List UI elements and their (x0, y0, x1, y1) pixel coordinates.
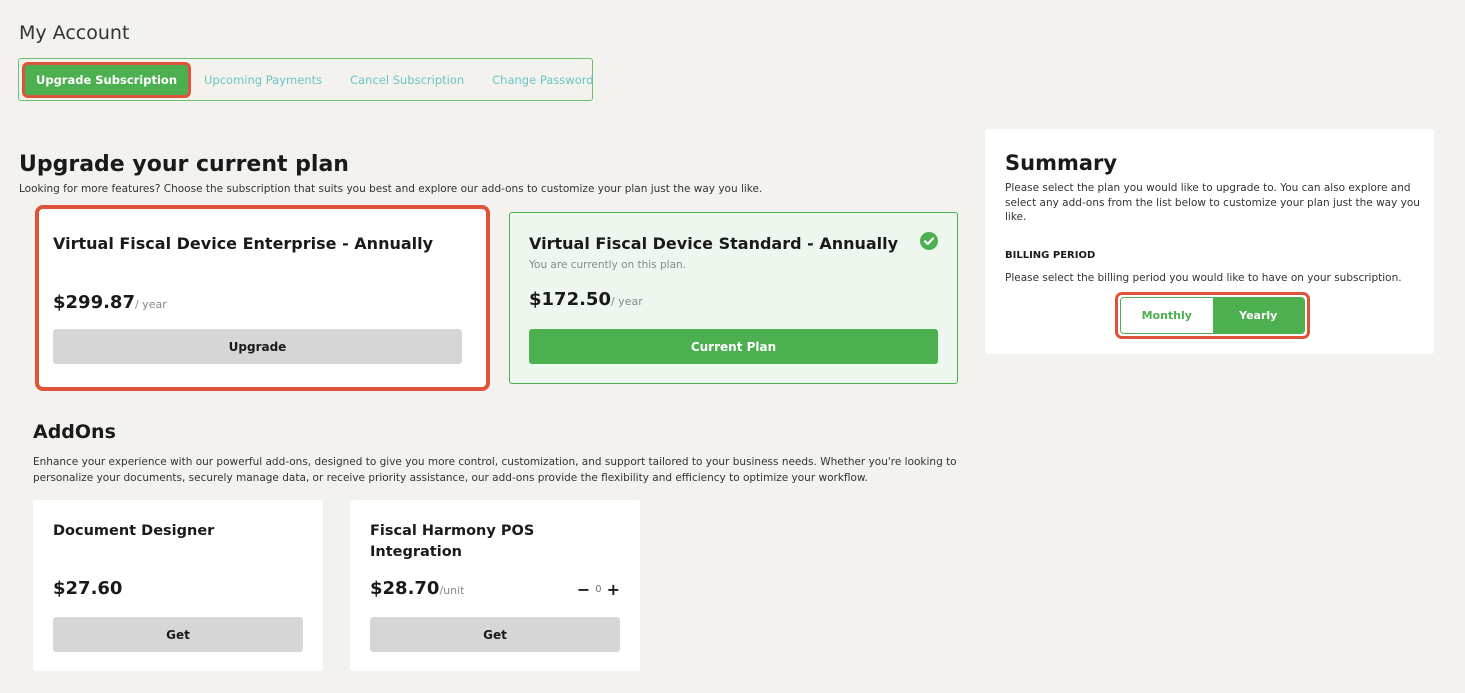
addon-price: $28.70/unit (370, 578, 465, 599)
upgrade-section-title: Upgrade your current plan (19, 152, 349, 177)
plan-name: Virtual Fiscal Device Standard - Annuall… (529, 234, 899, 253)
page-title: My Account (19, 22, 130, 44)
upgrade-section-description: Looking for more features? Choose the su… (19, 183, 763, 195)
addon-price: $27.60 (53, 578, 122, 599)
price-amount: $299.87 (53, 292, 135, 313)
current-plan-button[interactable]: Current Plan (529, 329, 938, 364)
billing-monthly-option[interactable]: Monthly (1121, 298, 1213, 333)
tab-cancel-subscription[interactable]: Cancel Subscription (350, 73, 464, 87)
summary-panel: Summary Please select the plan you would… (985, 129, 1434, 354)
price-unit: /unit (439, 584, 465, 597)
quantity-stepper: − 0 + (577, 580, 620, 599)
tab-upgrade-subscription[interactable]: Upgrade Subscription (25, 64, 189, 95)
addon-card-document-designer: Document Designer $27.60 Get (33, 500, 323, 671)
price-amount: $28.70 (370, 578, 440, 599)
get-addon-button[interactable]: Get (53, 617, 303, 652)
billing-period-description: Please select the billing period you wou… (1005, 272, 1402, 284)
plan-name: Virtual Fiscal Device Enterprise - Annua… (53, 234, 434, 253)
upgrade-button[interactable]: Upgrade (53, 329, 462, 364)
billing-yearly-option[interactable]: Yearly (1212, 298, 1304, 333)
addon-name: Document Designer (53, 523, 215, 539)
price-unit: / year (134, 298, 167, 311)
billing-period-heading: BILLING PERIOD (1005, 250, 1096, 261)
tab-change-password[interactable]: Change Password (492, 73, 593, 87)
current-plan-note: You are currently on this plan. (529, 259, 687, 271)
quantity-value: 0 (595, 584, 602, 595)
account-tabs: Upgrade Subscription Upcoming Payments C… (18, 58, 594, 101)
billing-period-toggle: Monthly Yearly (1115, 292, 1310, 339)
addons-title: AddOns (33, 421, 116, 443)
increment-button[interactable]: + (607, 580, 620, 599)
price-amount: $172.50 (529, 289, 611, 310)
addons-description: Enhance your experience with our powerfu… (33, 456, 957, 485)
plan-card-standard[interactable]: Virtual Fiscal Device Standard - Annuall… (509, 212, 958, 384)
summary-title: Summary (1005, 151, 1118, 175)
price-unit: / year (610, 295, 643, 308)
tab-upcoming-payments[interactable]: Upcoming Payments (204, 73, 322, 87)
price-amount: $27.60 (53, 578, 123, 599)
check-icon (920, 232, 938, 250)
plan-price: $299.87/ year (53, 292, 167, 313)
summary-description: Please select the plan you would like to… (1005, 182, 1420, 224)
decrement-button[interactable]: − (577, 580, 590, 599)
plan-price: $172.50/ year (529, 289, 643, 310)
get-addon-button[interactable]: Get (370, 617, 620, 652)
addon-name: Fiscal Harmony POS Integration (370, 523, 535, 561)
plan-card-enterprise[interactable]: Virtual Fiscal Device Enterprise - Annua… (35, 205, 490, 391)
addon-card-pos-integration: Fiscal Harmony POS Integration $28.70/un… (350, 500, 640, 671)
